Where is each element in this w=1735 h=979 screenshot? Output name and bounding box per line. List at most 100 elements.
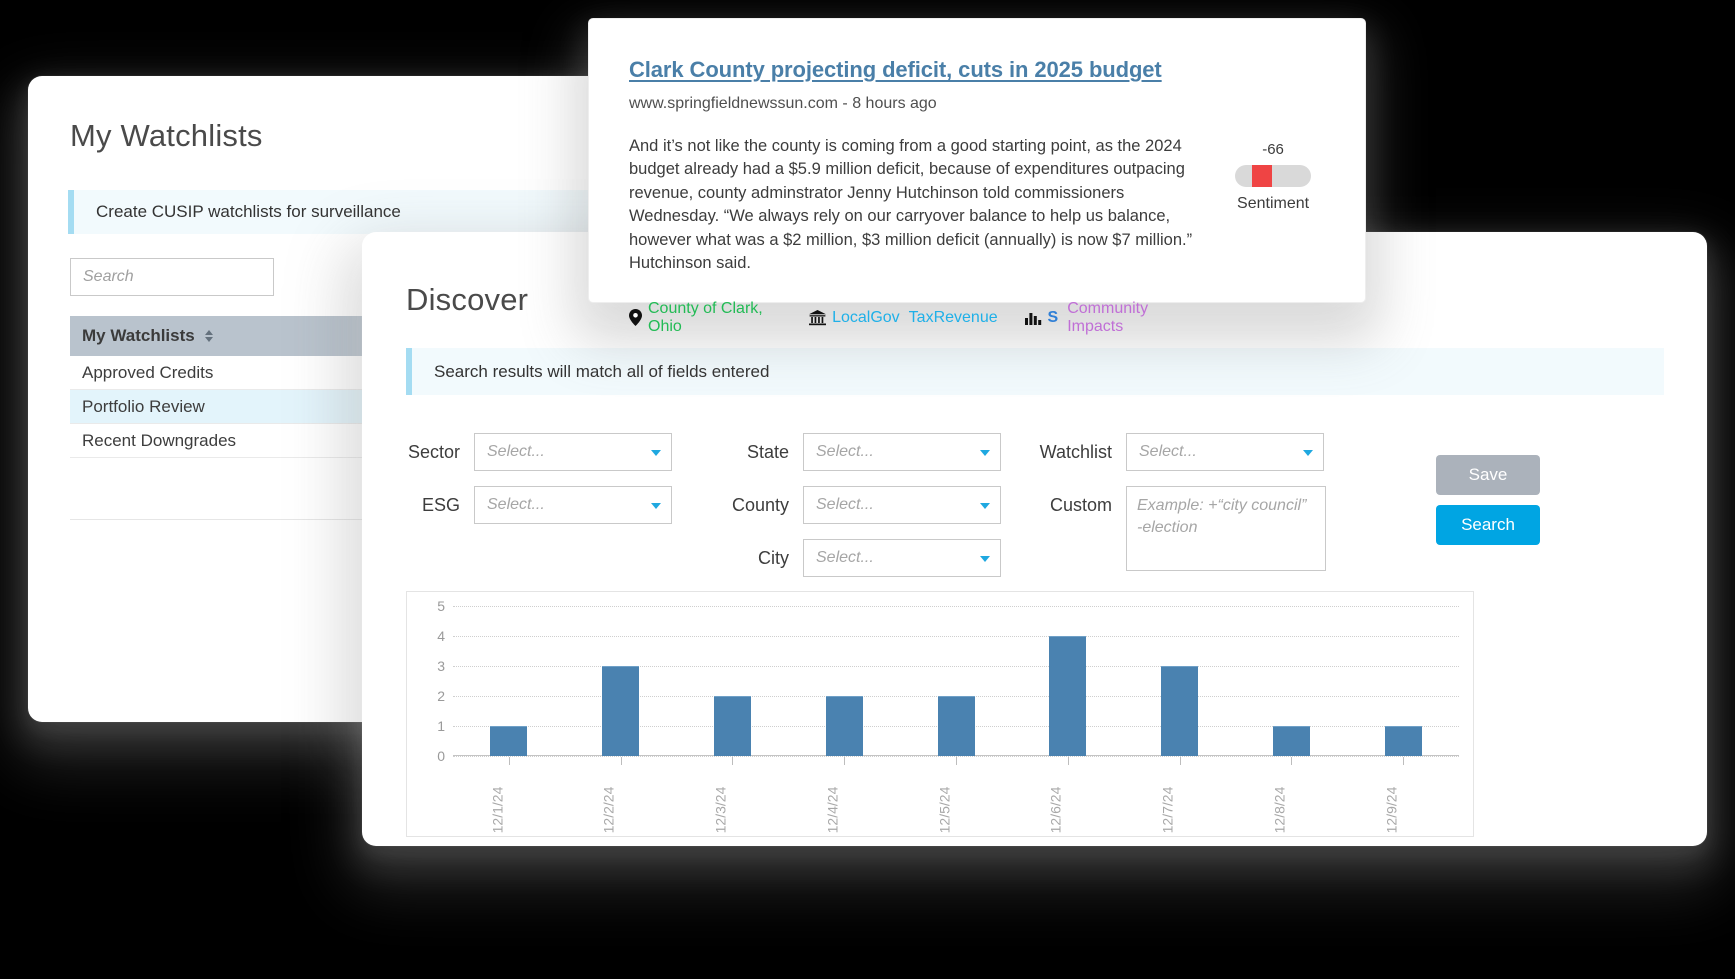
county-select-placeholder: Select...: [816, 496, 874, 513]
bank-icon: [809, 309, 827, 326]
chart-bar-slot: [565, 606, 677, 765]
chart-y-tick-label: 5: [437, 598, 445, 614]
chart-x-label-slot: 12/7/24: [1124, 768, 1236, 834]
field-county: County Select...: [731, 486, 1001, 524]
field-watchlist-label: Watchlist: [1039, 442, 1112, 462]
tag-community-impacts-label: Community Impacts: [1067, 299, 1149, 335]
esg-select[interactable]: Select...: [474, 486, 672, 524]
field-custom: Custom Example: +“city council” -electio…: [1028, 486, 1326, 571]
city-select[interactable]: Select...: [803, 539, 1001, 577]
chart-bar[interactable]: [1049, 636, 1087, 756]
chevron-down-icon: [1303, 450, 1313, 456]
search-button[interactable]: Search: [1436, 505, 1540, 545]
chart-x-label-slot: 12/1/24: [453, 768, 565, 834]
save-button[interactable]: Save: [1436, 455, 1540, 495]
chevron-down-icon: [651, 450, 661, 456]
city-select-placeholder: Select...: [816, 549, 874, 566]
chart-x-label-slot: 12/4/24: [788, 768, 900, 834]
tag-sentiment-letter: S: [1047, 308, 1059, 326]
news-card-content: Clark County projecting deficit, cuts in…: [589, 19, 1365, 336]
location-pin-icon: [629, 309, 642, 327]
chart-x-tick-mark: [844, 757, 846, 765]
custom-query-textarea[interactable]: Example: +“city council” -election: [1126, 486, 1326, 571]
page-title: My Watchlists: [70, 118, 263, 153]
tag-localgov-label: LocalGov: [832, 308, 900, 326]
sort-updown-icon: [204, 330, 213, 342]
chart-bar[interactable]: [713, 696, 751, 756]
chart-bar-slot: [900, 606, 1012, 765]
state-select[interactable]: Select...: [803, 433, 1001, 471]
chart-x-label-slot: 12/8/24: [1235, 768, 1347, 834]
chart-bar-slot: [788, 606, 900, 765]
news-headline-link[interactable]: Clark County projecting deficit, cuts in…: [629, 57, 1193, 83]
discover-info-banner-text: Search results will match all of fields …: [434, 361, 770, 381]
chart-x-label-slot: 12/3/24: [677, 768, 789, 834]
sentiment-slider-fill: [1251, 165, 1272, 187]
chart-y-tick-label: 1: [437, 718, 445, 734]
chart-x-tick-mark: [1291, 757, 1293, 765]
chart-bar-slot: [1235, 606, 1347, 765]
watchlist-select-placeholder: Select...: [1139, 443, 1197, 460]
search-input-placeholder: Search: [83, 268, 134, 285]
field-esg-label: ESG: [421, 495, 460, 515]
bar-chart-icon: [1024, 310, 1042, 326]
chart-x-tick-label: 12/5/24: [936, 786, 953, 834]
sentiment-label: Sentiment: [1237, 195, 1310, 212]
chart-x-label-slot: 12/9/24: [1347, 768, 1459, 834]
chart-x-tick-label: 12/4/24: [824, 786, 841, 834]
discover-search-form: Sector Select... ESG Select... State Sel…: [406, 433, 1663, 583]
county-select[interactable]: Select...: [803, 486, 1001, 524]
chart-x-tick-mark: [732, 757, 734, 765]
sector-select[interactable]: Select...: [474, 433, 672, 471]
tag-location[interactable]: County of Clark, Ohio: [629, 300, 782, 336]
chart-x-tick-label: 12/7/24: [1159, 786, 1176, 834]
chart-x-tick-mark: [620, 757, 622, 765]
chart-bar[interactable]: [602, 666, 640, 756]
chart-bar[interactable]: [1384, 726, 1422, 756]
state-select-placeholder: Select...: [816, 443, 874, 460]
list-item-label: Portfolio Review: [82, 396, 205, 416]
chart-bar[interactable]: [825, 696, 863, 756]
chart-bar-slot: [677, 606, 789, 765]
field-sector-label: Sector: [407, 442, 460, 462]
field-county-label: County: [731, 495, 789, 515]
chart-x-label-slot: 12/5/24: [900, 768, 1012, 834]
chart-bar[interactable]: [490, 726, 528, 756]
field-custom-label: Custom: [1049, 495, 1112, 515]
discover-info-banner: Search results will match all of fields …: [406, 348, 1664, 395]
chart-y-tick-label: 2: [437, 688, 445, 704]
chart-bar-slot: [1124, 606, 1236, 765]
chart-x-tick-label: 12/8/24: [1271, 786, 1288, 834]
tag-taxrevenue[interactable]: TaxRevenue: [909, 309, 998, 327]
chart-x-tick-label: 12/2/24: [600, 786, 617, 834]
tag-community-impacts[interactable]: Community Impacts: [1067, 300, 1193, 336]
chart-y-tick-label: 0: [437, 748, 445, 764]
chart-x-tick-mark: [1067, 757, 1069, 765]
chart-x-tick-mark: [508, 757, 510, 765]
chart-bar-slot: [453, 606, 565, 765]
watchlists-info-banner: Create CUSIP watchlists for surveillance: [68, 190, 628, 234]
chart-x-label-slot: 12/6/24: [1012, 768, 1124, 834]
tag-sentiment-score[interactable]: S: [1024, 308, 1059, 327]
chevron-down-icon: [651, 503, 661, 509]
search-input[interactable]: Search: [70, 258, 274, 296]
list-item-label: Approved Credits: [82, 362, 214, 382]
chart-bar[interactable]: [937, 696, 975, 756]
field-state: State Select...: [731, 433, 1001, 471]
chart-bar-slot: [1347, 606, 1459, 765]
news-body-snippet: And it’s not like the county is coming f…: [629, 137, 1193, 273]
field-sector: Sector Select...: [406, 433, 672, 471]
chart-x-tick-mark: [1179, 757, 1181, 765]
watchlist-select[interactable]: Select...: [1126, 433, 1324, 471]
sector-select-placeholder: Select...: [487, 443, 545, 460]
chart-bars: [453, 606, 1459, 765]
tag-localgov[interactable]: LocalGov: [809, 309, 900, 327]
field-watchlist: Watchlist Select...: [1028, 433, 1324, 471]
chart-bar[interactable]: [1161, 666, 1199, 756]
chart-bar[interactable]: [1272, 726, 1310, 756]
chart-y-tick-label: 3: [437, 658, 445, 674]
screen-background: My Watchlists Create CUSIP watchlists fo…: [0, 0, 1735, 979]
sentiment-slider-track[interactable]: [1235, 165, 1312, 187]
sentiment-value: -66: [1262, 141, 1284, 158]
news-article-card: Clark County projecting deficit, cuts in…: [589, 19, 1365, 335]
